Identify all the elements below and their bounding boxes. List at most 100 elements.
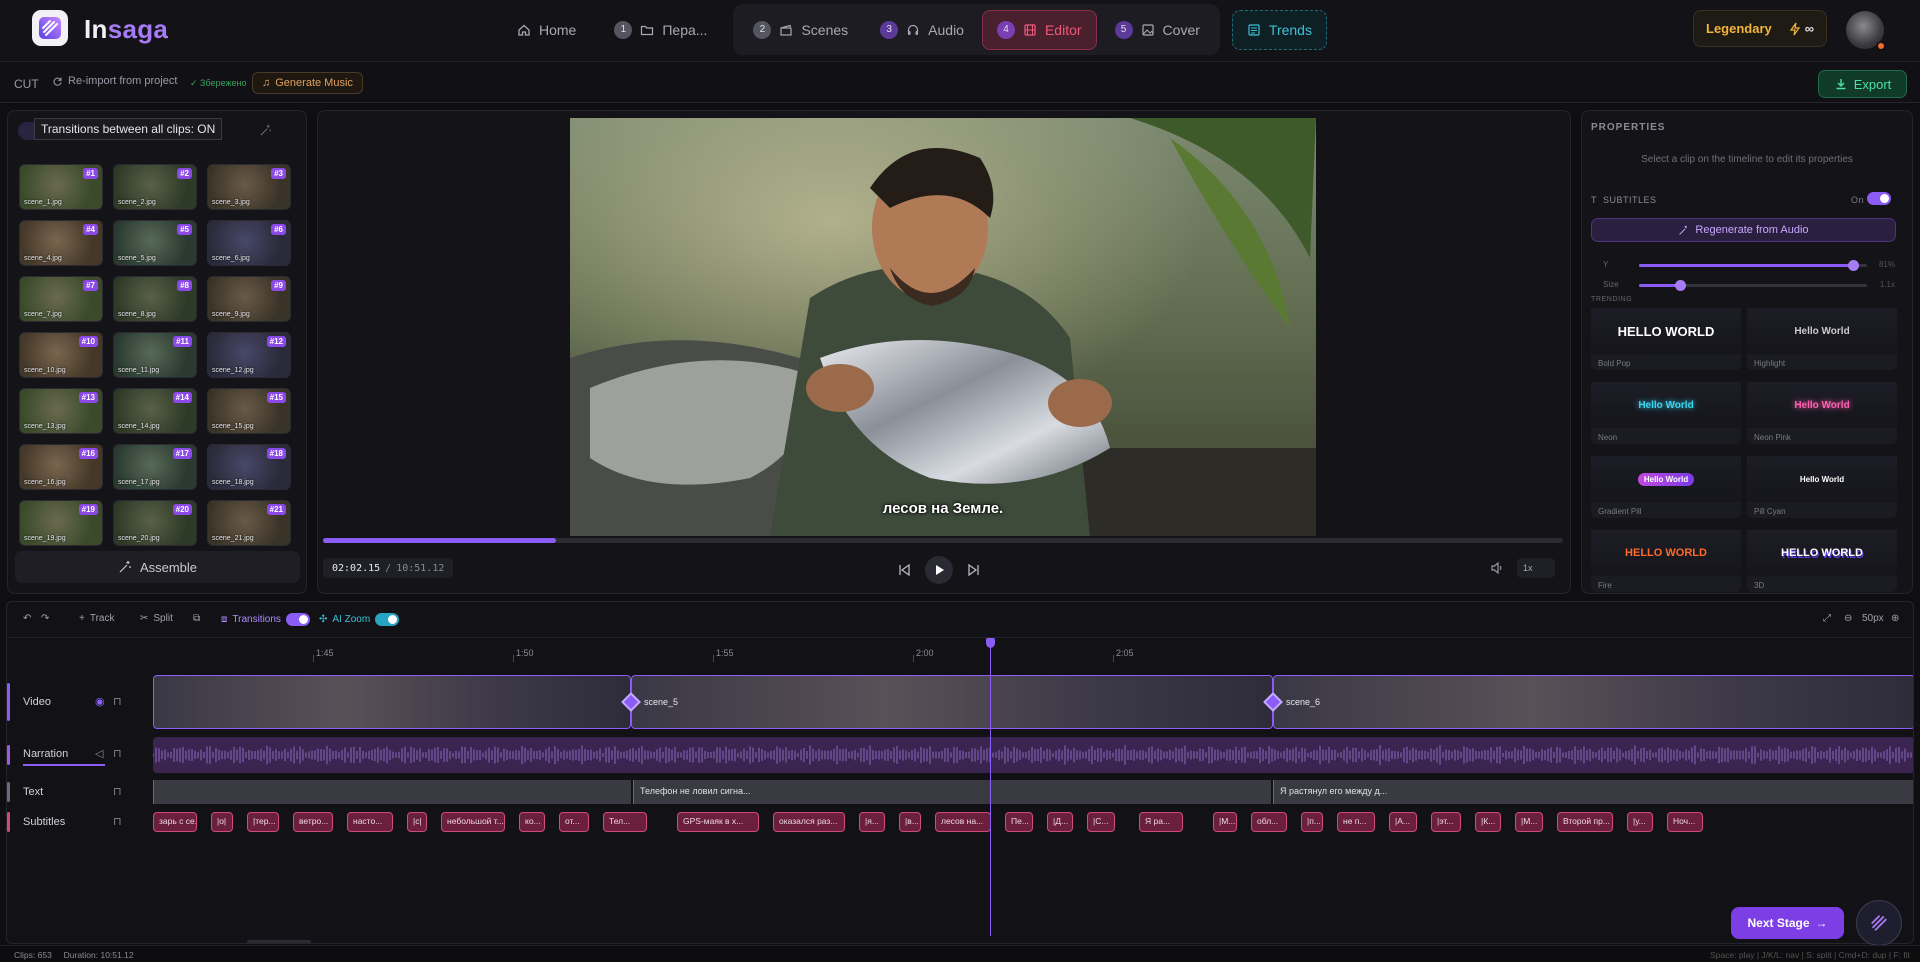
subtitle-style-card[interactable]: Hello World Neon Pink (1747, 382, 1897, 444)
playhead-handle[interactable] (986, 638, 995, 648)
scene-thumbnail[interactable]: #16 scene_16.jpg (19, 444, 103, 490)
volume-icon[interactable]: ◁ (95, 747, 103, 760)
subtitle-style-card[interactable]: HELLO WORLD Fire (1591, 530, 1741, 592)
subtitles-toggle[interactable] (1867, 192, 1891, 205)
nav-step-4[interactable]: 4 Editor (981, 9, 1097, 50)
duplicate-icon[interactable]: ⧉ (193, 613, 200, 624)
nav-step-5[interactable]: 5 Cover (1101, 10, 1214, 50)
skip-forward-icon[interactable] (967, 563, 981, 577)
subtitle-clip[interactable]: Второй пр... (1557, 812, 1613, 832)
subtitle-clip[interactable]: |я... (859, 812, 885, 832)
subtitle-clip[interactable]: Я ра... (1139, 812, 1183, 832)
assemble-button[interactable]: Assemble (15, 551, 300, 583)
scene-thumbnail[interactable]: #14 scene_14.jpg (113, 388, 197, 434)
undo-icon[interactable]: ↶ (23, 613, 31, 624)
text-clip[interactable]: Телефон не ловил сигна... (633, 780, 1271, 804)
text-clip[interactable]: Я растянул его между д... (1273, 780, 1913, 804)
scene-thumbnail[interactable]: #21 scene_21.jpg (207, 500, 291, 546)
scene-thumbnail[interactable]: #5 scene_5.jpg (113, 220, 197, 266)
lock-icon[interactable]: ⊓ (113, 815, 122, 828)
redo-icon[interactable]: ↷ (41, 613, 49, 624)
scene-thumbnail[interactable]: #2 scene_2.jpg (113, 164, 197, 210)
subtitle-clip[interactable]: не п... (1337, 812, 1375, 832)
scene-thumbnail[interactable]: #4 scene_4.jpg (19, 220, 103, 266)
subtitle-clip[interactable]: |тер... (247, 812, 279, 832)
subtitle-clip[interactable]: |К... (1475, 812, 1501, 832)
ai-zoom-toggle[interactable] (375, 613, 400, 626)
text-clip[interactable] (153, 780, 631, 804)
subtitle-style-card[interactable]: HELLO WORLD Bold Pop (1591, 308, 1741, 370)
nav-home[interactable]: Home (503, 10, 590, 50)
subtitle-clip[interactable]: обл... (1251, 812, 1287, 832)
assistant-button[interactable] (1856, 900, 1902, 946)
export-button[interactable]: Export (1818, 70, 1907, 98)
lock-icon[interactable]: ⊓ (113, 785, 122, 798)
subtitle-clip[interactable]: |эт... (1431, 812, 1461, 832)
subtitle-clip[interactable]: |п... (1301, 812, 1323, 832)
nav-step-1[interactable]: 1 Пера... (600, 10, 721, 50)
app-logo[interactable] (32, 10, 68, 46)
subtitle-clip[interactable]: |Д... (1047, 812, 1073, 832)
playhead[interactable] (986, 638, 995, 936)
subtitle-clip[interactable]: |с| (407, 812, 427, 832)
subtitle-clip[interactable]: |у... (1627, 812, 1653, 832)
skip-back-icon[interactable] (897, 563, 911, 577)
scene-thumbnail[interactable]: #7 scene_7.jpg (19, 276, 103, 322)
video-clip[interactable]: scene_5 (631, 675, 1273, 729)
scene-thumbnail[interactable]: #9 scene_9.jpg (207, 276, 291, 322)
scene-thumbnail[interactable]: #17 scene_17.jpg (113, 444, 197, 490)
subtitle-clip[interactable]: Пе... (1005, 812, 1033, 832)
scene-thumbnail[interactable]: #8 scene_8.jpg (113, 276, 197, 322)
slider-knob[interactable] (1675, 280, 1687, 291)
zoom-out-icon[interactable]: ⊖ (1844, 613, 1852, 624)
subtitle-clip[interactable]: оказался раз... (773, 812, 845, 832)
subtitle-clip[interactable]: лесов на... (935, 812, 991, 832)
subtitle-style-card[interactable]: HELLO WORLD 3D (1747, 530, 1897, 592)
narration-lane[interactable] (153, 737, 1913, 773)
nav-step-2[interactable]: 2 Scenes (739, 10, 862, 50)
scene-thumbnail[interactable]: #1 scene_1.jpg (19, 164, 103, 210)
fit-icon[interactable]: ⤢ (1823, 613, 1831, 624)
lock-icon[interactable]: ⊓ (113, 695, 122, 708)
subtitle-clip[interactable]: Тел... (603, 812, 647, 832)
video-preview[interactable]: лесов на Земле. (570, 118, 1316, 536)
video-clip[interactable] (153, 675, 631, 729)
narration-volume-slider[interactable] (23, 764, 105, 766)
subtitle-clip[interactable]: |С... (1087, 812, 1115, 832)
avatar[interactable] (1846, 11, 1886, 51)
nav-step-3[interactable]: 3 Audio (866, 10, 978, 50)
subtitle-clip[interactable]: |о| (211, 812, 233, 832)
scene-thumbnail[interactable]: #3 scene_3.jpg (207, 164, 291, 210)
split-button[interactable]: ✂ Split (140, 613, 173, 624)
subtitle-clip[interactable]: |А... (1389, 812, 1417, 832)
lock-icon[interactable]: ⊓ (113, 747, 122, 760)
preview-progress-bar[interactable] (323, 538, 1563, 543)
next-stage-button[interactable]: Next Stage → (1731, 907, 1844, 939)
scene-thumbnail[interactable]: #20 scene_20.jpg (113, 500, 197, 546)
subtitle-style-card[interactable]: Hello World Gradient Pill (1591, 456, 1741, 518)
reimport-button[interactable]: Re-import from project (52, 75, 177, 87)
magic-wand-icon[interactable] (259, 124, 272, 140)
volume-icon[interactable] (1490, 561, 1504, 578)
scene-thumbnail[interactable]: #6 scene_6.jpg (207, 220, 291, 266)
subtitle-clip[interactable]: небольшой т... (441, 812, 505, 832)
subtitle-clip[interactable]: ветро... (293, 812, 333, 832)
subtitle-clip[interactable]: |в... (899, 812, 921, 832)
nav-trends[interactable]: Trends (1231, 9, 1327, 50)
play-button[interactable] (925, 556, 953, 584)
subtitle-style-card[interactable]: Hello World Highlight (1747, 308, 1897, 370)
scene-thumbnail[interactable]: #15 scene_15.jpg (207, 388, 291, 434)
plan-badge[interactable]: Legendary ∞ (1693, 10, 1827, 47)
scene-thumbnail[interactable]: #13 scene_13.jpg (19, 388, 103, 434)
subtitle-clip[interactable]: от... (559, 812, 589, 832)
size-slider[interactable]: Size 1.1x (1591, 278, 1901, 292)
subtitle-clip[interactable]: |М... (1213, 812, 1237, 832)
eye-icon[interactable]: ◉ (95, 695, 105, 708)
regenerate-button[interactable]: Regenerate from Audio (1591, 218, 1896, 242)
scene-thumbnail[interactable]: #18 scene_18.jpg (207, 444, 291, 490)
generate-music-button[interactable]: ♫ Generate Music (252, 72, 363, 94)
scene-thumbnail[interactable]: #10 scene_10.jpg (19, 332, 103, 378)
video-clip[interactable]: scene_6 (1273, 675, 1913, 729)
subtitle-style-card[interactable]: Hello World Neon (1591, 382, 1741, 444)
subtitle-clip[interactable]: насто... (347, 812, 393, 832)
